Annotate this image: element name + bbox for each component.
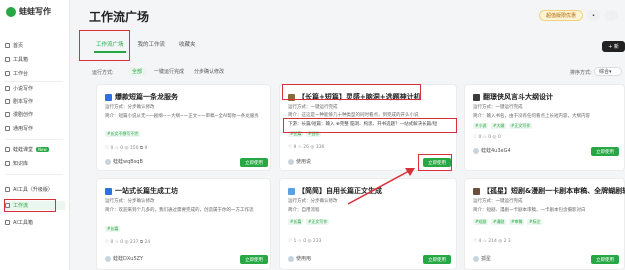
annotation-arrow bbox=[347, 168, 415, 205]
